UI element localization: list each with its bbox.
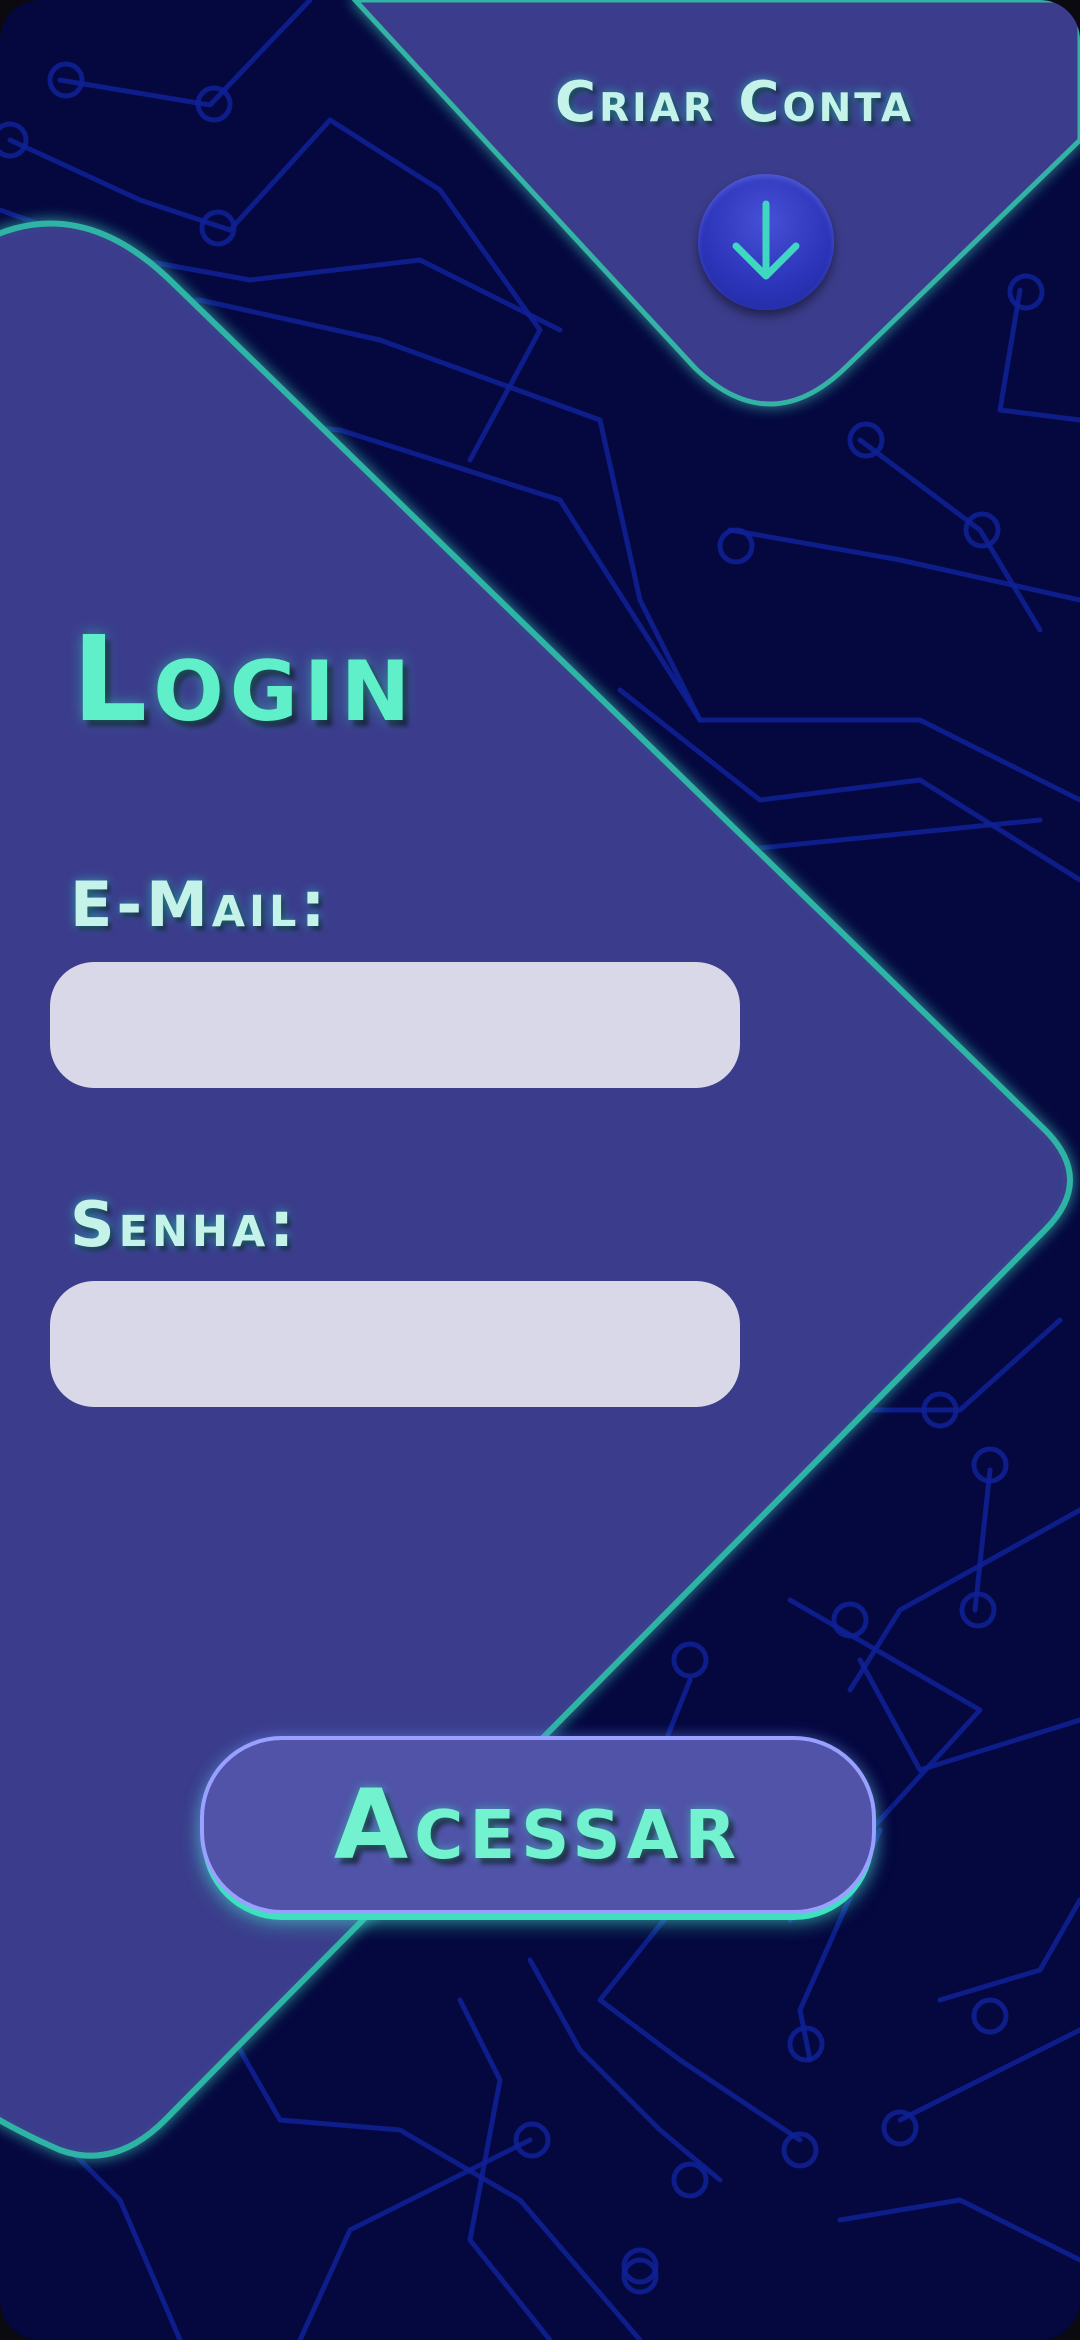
create-account-button[interactable] (698, 174, 834, 310)
password-field[interactable] (50, 1281, 740, 1407)
submit-button-label: Acessar (333, 1769, 743, 1881)
email-field[interactable] (50, 962, 740, 1088)
password-label: Senha: (70, 1188, 299, 1261)
create-account-label[interactable]: Criar Conta (555, 70, 914, 135)
email-label: E-Mail: (70, 868, 330, 941)
page-title: Login (72, 610, 417, 748)
login-screen: Criar Conta Login E-Mail: Senha: Acessar (0, 0, 1080, 2340)
arrow-down-icon (732, 200, 800, 280)
decorative-panels (0, 0, 1080, 2159)
submit-button[interactable]: Acessar (200, 1736, 876, 1914)
